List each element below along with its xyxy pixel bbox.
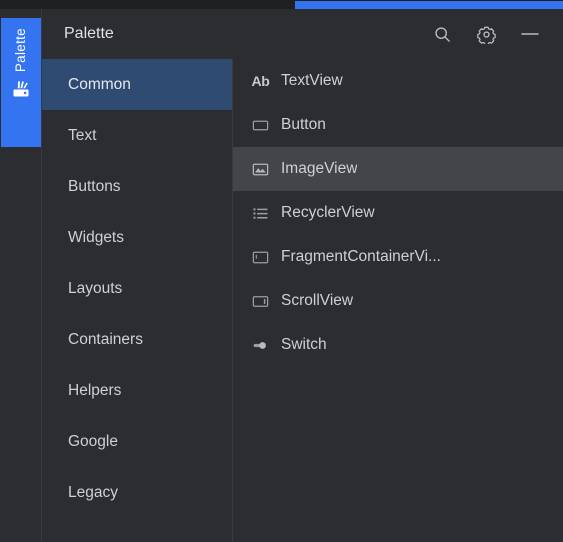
- page-title: Palette: [64, 25, 114, 42]
- component-item-imageview[interactable]: ImageView: [233, 147, 563, 191]
- category-label: Common: [68, 75, 131, 93]
- tool-tab-palette[interactable]: Palette: [1, 18, 41, 147]
- category-list: Common Text Buttons Widgets Layouts Cont…: [42, 59, 233, 542]
- imageview-icon: [250, 159, 271, 180]
- tool-tab-palette-label: Palette: [13, 28, 29, 73]
- active-tab-accent-bar: [295, 1, 563, 9]
- component-item-switch[interactable]: Switch: [233, 323, 563, 367]
- tool-window-strip: Palette: [0, 9, 42, 542]
- category-item-widgets[interactable]: Widgets: [42, 212, 232, 263]
- component-label: RecyclerView: [281, 204, 375, 221]
- category-item-text[interactable]: Text: [42, 110, 232, 161]
- window-top-strip: [0, 0, 563, 9]
- component-label: Button: [281, 116, 326, 133]
- component-label: TextView: [281, 72, 343, 89]
- gear-icon[interactable]: [475, 23, 497, 45]
- palette-header: Palette: [42, 9, 563, 59]
- category-label: Widgets: [68, 228, 124, 246]
- palette-window: Palette Palette Common Text Buttons Widg…: [0, 0, 563, 542]
- button-icon: [250, 115, 271, 136]
- component-label: Switch: [281, 336, 327, 353]
- recyclerview-icon: [250, 203, 271, 224]
- palette-icon: [12, 80, 30, 98]
- fragmentcontainerview-icon: [250, 247, 271, 268]
- textview-icon: Ab: [251, 73, 270, 89]
- minimize-icon[interactable]: [519, 23, 541, 45]
- component-item-textview[interactable]: Ab TextView: [233, 59, 563, 103]
- category-item-common[interactable]: Common: [42, 59, 232, 110]
- search-icon[interactable]: [431, 23, 453, 45]
- category-item-legacy[interactable]: Legacy: [42, 467, 232, 518]
- category-label: Helpers: [68, 381, 122, 399]
- component-label: ScrollView: [281, 292, 354, 309]
- category-label: Layouts: [68, 279, 123, 297]
- component-item-recyclerview[interactable]: RecyclerView: [233, 191, 563, 235]
- component-label: ImageView: [281, 160, 358, 177]
- palette-body: Common Text Buttons Widgets Layouts Cont…: [42, 59, 563, 542]
- category-label: Legacy: [68, 483, 118, 501]
- switch-icon: [250, 335, 271, 356]
- category-item-layouts[interactable]: Layouts: [42, 263, 232, 314]
- component-item-fragmentcontainerview[interactable]: FragmentContainerVi...: [233, 235, 563, 279]
- scrollview-icon: [250, 291, 271, 312]
- header-actions: [431, 23, 547, 45]
- category-label: Google: [68, 432, 118, 450]
- category-item-google[interactable]: Google: [42, 416, 232, 467]
- category-item-helpers[interactable]: Helpers: [42, 365, 232, 416]
- component-item-scrollview[interactable]: ScrollView: [233, 279, 563, 323]
- category-label: Buttons: [68, 177, 121, 195]
- category-label: Text: [68, 126, 97, 144]
- palette-panel: Palette Common Text Buttons Widgets Layo…: [42, 9, 563, 542]
- category-item-containers[interactable]: Containers: [42, 314, 232, 365]
- component-list: Ab TextView Button ImageView RecyclerVie…: [233, 59, 563, 542]
- component-item-button[interactable]: Button: [233, 103, 563, 147]
- component-label: FragmentContainerVi...: [281, 248, 441, 265]
- category-label: Containers: [68, 330, 143, 348]
- category-item-buttons[interactable]: Buttons: [42, 161, 232, 212]
